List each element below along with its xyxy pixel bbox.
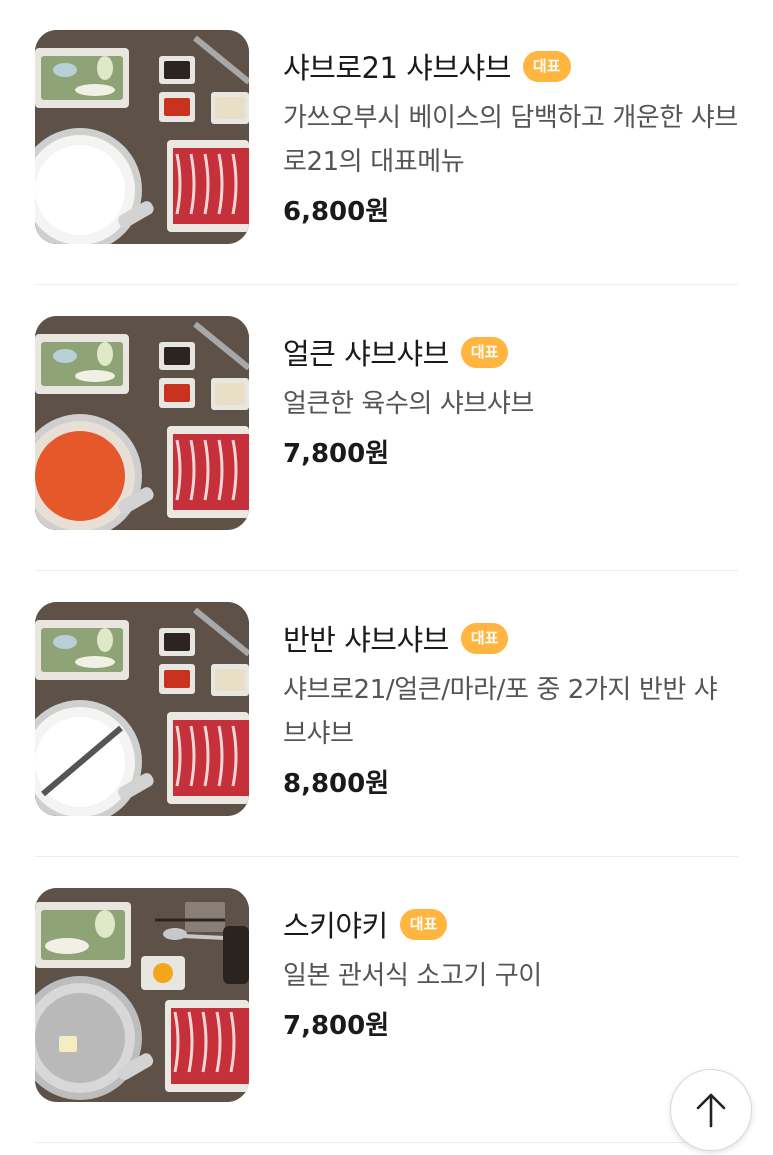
signature-badge: 대표 [460,336,509,368]
signature-badge: 대표 [399,908,448,940]
menu-list: 샤브로21 샤브샤브 대표 가쓰오부시 베이스의 담백하고 개운한 샤브로21의… [0,0,773,1155]
menu-item-price: 7,800원 [283,439,390,469]
menu-item-image [35,30,249,244]
menu-item-description: 얼큰한 육수의 샤브샤브 [283,389,534,419]
menu-item[interactable]: 얼큰 샤브샤브 대표 얼큰한 육수의 샤브샤브 7,800원 [35,286,738,571]
menu-item-price: 8,800원 [283,769,390,799]
scroll-to-top-button[interactable] [670,1069,752,1151]
shabu-broth-spicy-image [35,316,249,530]
menu-item-title-row: 얼큰 샤브샤브 대표 [283,330,738,374]
arrow-up-icon [696,1093,726,1128]
menu-item-info: 얼큰 샤브샤브 대표 얼큰한 육수의 샤브샤브 7,800원 [283,330,738,476]
signature-badge: 대표 [460,622,509,654]
sukiyaki-image [35,888,249,1102]
menu-item-info: 스키야키 대표 일본 관서식 소고기 구이 7,800원 [283,902,738,1048]
menu-item-info: 반반 샤브샤브 대표 샤브로21/얼큰/마라/포 중 2가지 반반 샤브샤브 8… [283,616,738,806]
menu-item-image [35,602,249,816]
menu-item-title: 스키야키 [283,909,388,943]
menu-item-price: 7,800원 [283,1011,390,1041]
menu-item-title-row: 스키야키 대표 [283,902,738,946]
shabu-broth-clear-image [35,30,249,244]
menu-item-info: 샤브로21 샤브샤브 대표 가쓰오부시 베이스의 담백하고 개운한 샤브로21의… [283,44,738,234]
menu-item-title-row: 반반 샤브샤브 대표 [283,616,738,660]
menu-item[interactable]: 반반 샤브샤브 대표 샤브로21/얼큰/마라/포 중 2가지 반반 샤브샤브 8… [35,572,738,857]
menu-item-title: 반반 샤브샤브 [283,623,449,657]
signature-badge: 대표 [522,50,571,82]
menu-item-description: 가쓰오부시 베이스의 담백하고 개운한 샤브로21의 대표메뉴 [283,103,738,177]
menu-item-image [35,316,249,530]
menu-item-title-row: 샤브로21 샤브샤브 대표 [283,44,738,88]
shabu-half-half-image [35,602,249,816]
menu-item-title: 얼큰 샤브샤브 [283,337,449,371]
menu-item-price: 6,800원 [283,197,390,227]
menu-item-image [35,888,249,1102]
menu-item[interactable]: 샤브로21 샤브샤브 대표 가쓰오부시 베이스의 담백하고 개운한 샤브로21의… [35,0,738,285]
menu-item-description: 일본 관서식 소고기 구이 [283,961,542,991]
menu-item[interactable]: 스키야키 대표 일본 관서식 소고기 구이 7,800원 [35,858,738,1143]
menu-item-title: 샤브로21 샤브샤브 [283,51,511,85]
menu-item-description: 샤브로21/얼큰/마라/포 중 2가지 반반 샤브샤브 [283,675,718,749]
